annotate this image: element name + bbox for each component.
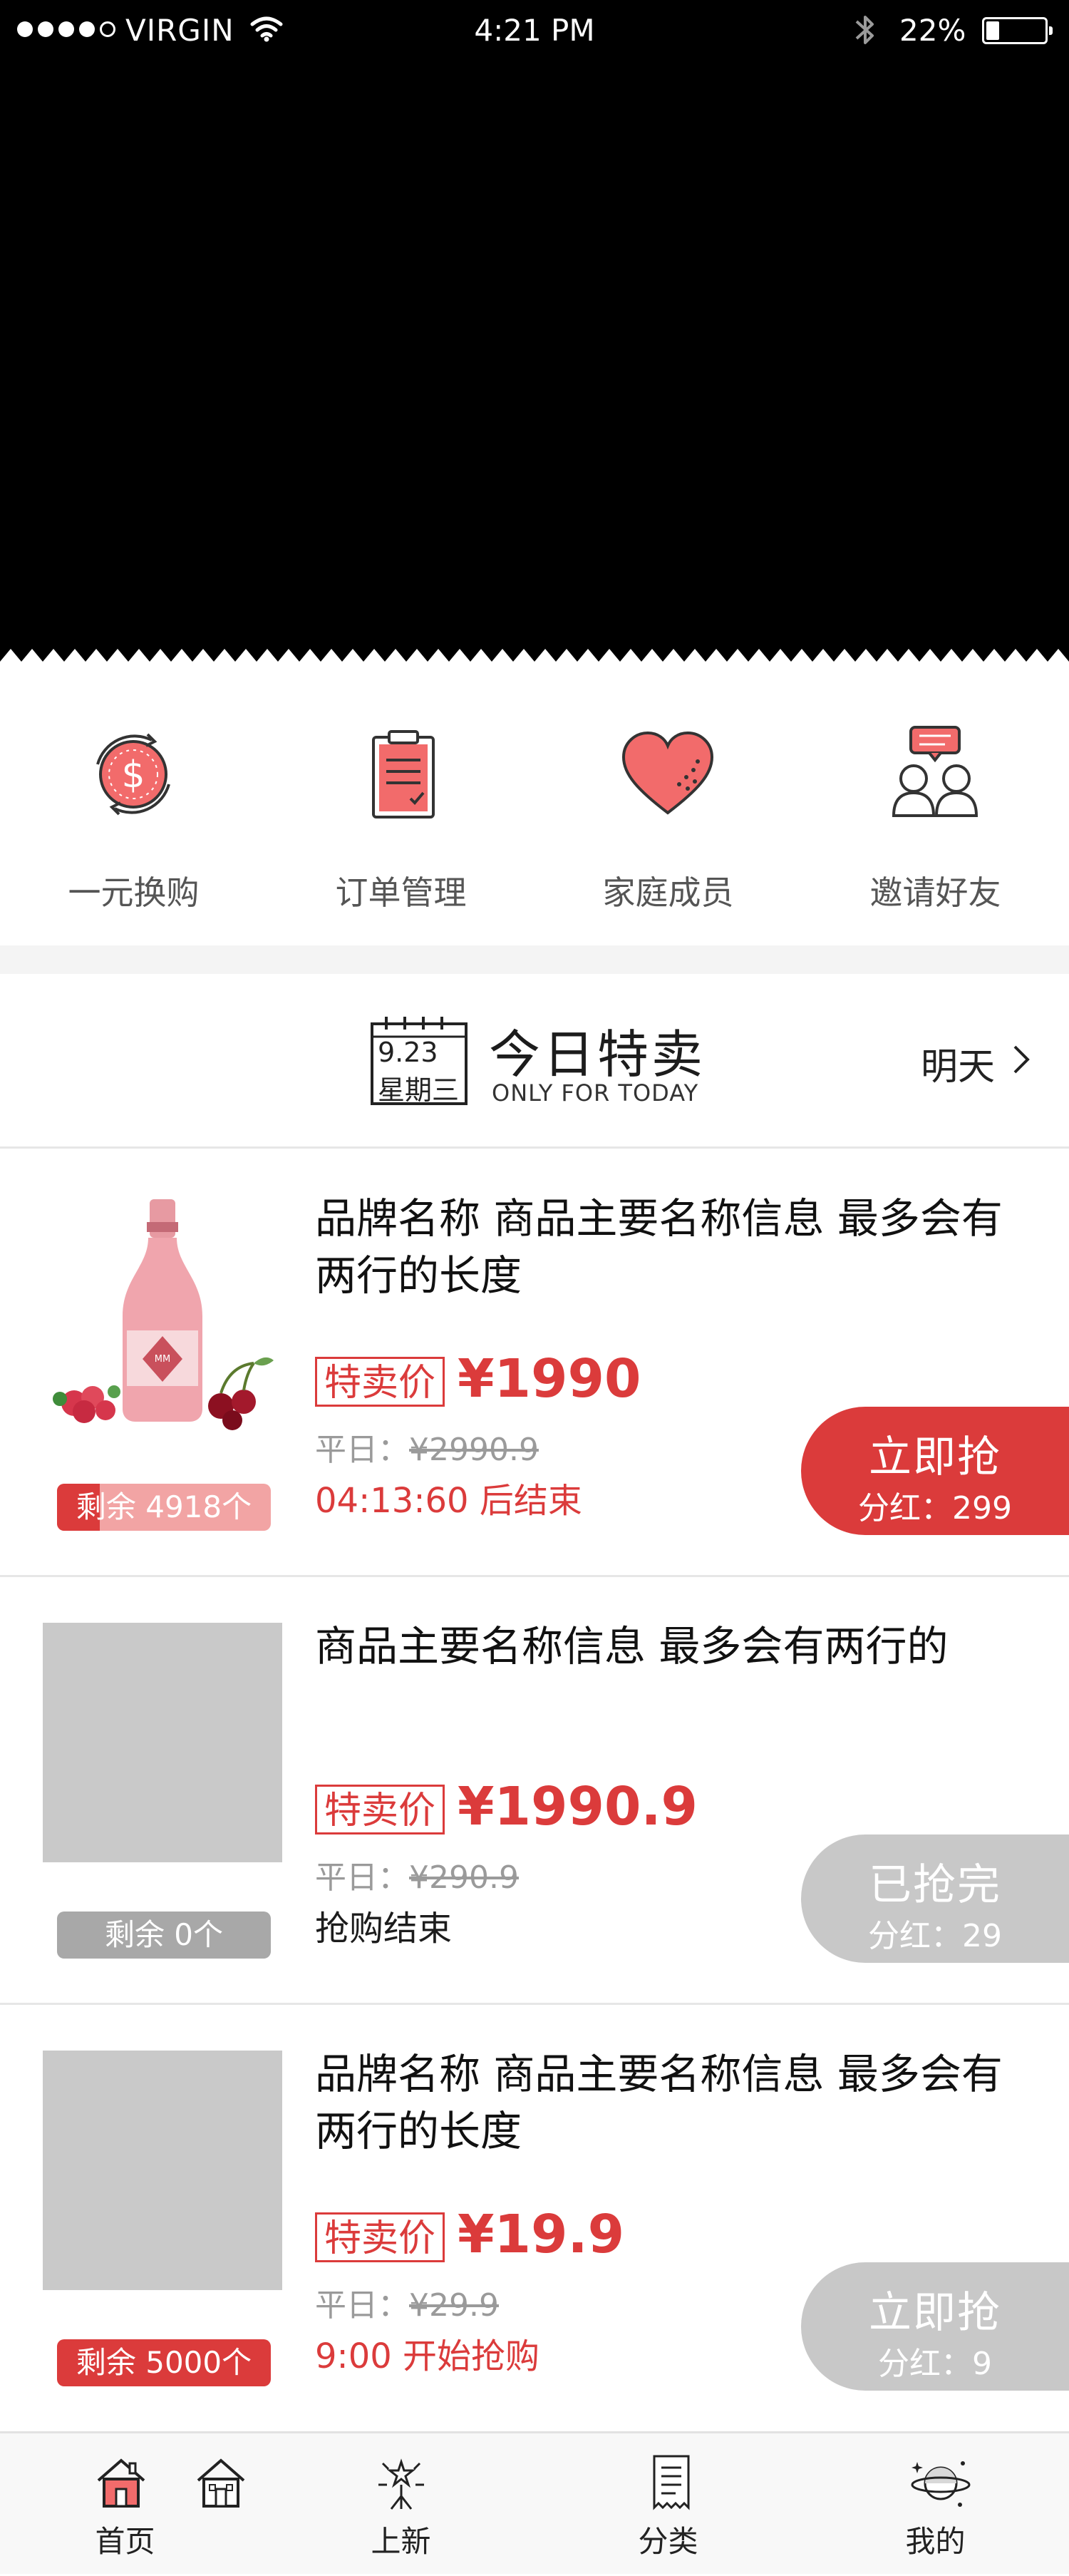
start-time: 9:00 开始抢购 bbox=[315, 2336, 540, 2376]
product-card[interactable]: 剩余 5000个 品牌名称 商品主要名称信息 最多会有两行的长度 特卖价 ¥19… bbox=[0, 2004, 1069, 2432]
tab-bar: 首页 上新 分类 我的 bbox=[0, 2431, 1069, 2574]
battery-icon bbox=[982, 17, 1053, 44]
sale-price-badge: 特卖价 bbox=[315, 1357, 445, 1407]
product-image-placeholder bbox=[43, 1623, 282, 1862]
status-bar: VIRGIN 4:21 PM 22% bbox=[0, 0, 1069, 61]
quick-entry-label: 邀请好友 bbox=[869, 873, 1001, 912]
stock-remaining: 剩余 5000个 bbox=[57, 2339, 271, 2386]
cta-label: 已抢完 bbox=[869, 1860, 1001, 1910]
cta-bonus: 分红：9 bbox=[878, 2346, 992, 2382]
regular-price-label: 平日： bbox=[315, 1859, 409, 1896]
cta-bonus: 分红：299 bbox=[858, 1490, 1012, 1526]
clipboard-icon bbox=[372, 730, 435, 819]
product-name: 品牌名称 商品主要名称信息 最多会有两行的长度 bbox=[315, 2050, 1003, 2155]
today-sale-header: 9.23 星期三 今日特卖 ONLY FOR TODAY 明天 bbox=[0, 974, 1069, 1148]
section-subtitle: ONLY FOR TODAY bbox=[492, 1079, 699, 1107]
product-image: MM bbox=[43, 1195, 282, 1435]
bluetooth-icon bbox=[855, 16, 874, 44]
quick-entry-grid: $ 一元换购 订单管理 家庭成员 邀请好友 bbox=[0, 706, 1069, 920]
stock-remaining: 剩余 0个 bbox=[57, 1912, 271, 1959]
regular-price-value: ¥29.9 bbox=[409, 2287, 499, 2324]
zigzag-edge bbox=[0, 649, 1069, 677]
svg-text:MM: MM bbox=[155, 1354, 170, 1365]
tab-new[interactable]: 上新 bbox=[267, 2433, 534, 2576]
tomorrow-label: 明天 bbox=[921, 1046, 996, 1089]
tomorrow-link[interactable]: 明天 bbox=[921, 1037, 1030, 1090]
tab-label: 上新 bbox=[371, 2524, 431, 2559]
tab-category[interactable]: 分类 bbox=[534, 2433, 802, 2576]
home-outline-icon bbox=[197, 2458, 245, 2508]
quick-entry-label: 订单管理 bbox=[335, 873, 467, 912]
product-name: 商品主要名称信息 最多会有两行的 bbox=[315, 1622, 949, 1671]
regular-price: 平日：¥2990.9 bbox=[315, 1424, 539, 1469]
quick-entry-invite[interactable]: 邀请好友 bbox=[802, 706, 1069, 920]
regular-price: 平日：¥290.9 bbox=[315, 1852, 519, 1897]
sale-price: ¥1990.9 bbox=[458, 1776, 698, 1837]
sale-price-badge: 特卖价 bbox=[315, 1785, 445, 1834]
product-card[interactable]: 剩余 0个 商品主要名称信息 最多会有两行的 特卖价 ¥1990.9 平日：¥2… bbox=[0, 1576, 1069, 2004]
regular-price-value: ¥290.9 bbox=[409, 1859, 519, 1896]
countdown: 04:13:60 后结束 bbox=[315, 1481, 582, 1521]
chevron-right-icon bbox=[1013, 1045, 1030, 1074]
sale-ended-status: 抢购结束 bbox=[315, 1909, 453, 1949]
quick-entry-family[interactable]: 家庭成员 bbox=[534, 706, 802, 920]
quick-entry-orders[interactable]: 订单管理 bbox=[267, 706, 534, 920]
dollar-exchange-icon: $ bbox=[96, 733, 170, 816]
calendar-weekday: 星期三 bbox=[378, 1074, 460, 1106]
tab-label: 我的 bbox=[905, 2524, 966, 2559]
product-name: 品牌名称 商品主要名称信息 最多会有两行的长度 bbox=[315, 1194, 1003, 1300]
invite-friends-icon bbox=[892, 726, 978, 817]
svg-text:$: $ bbox=[121, 754, 145, 796]
regular-price-value: ¥2990.9 bbox=[409, 1432, 539, 1468]
tab-home[interactable]: 首页 bbox=[0, 2433, 267, 2576]
calendar-date: 9.23 bbox=[378, 1037, 438, 1068]
grab-now-button[interactable]: 立即抢 分红：299 bbox=[801, 1407, 1069, 1535]
tab-label: 首页 bbox=[95, 2524, 155, 2559]
battery-percent: 22% bbox=[899, 13, 966, 48]
sale-price-badge: 特卖价 bbox=[315, 2212, 445, 2262]
regular-price-label: 平日： bbox=[315, 1432, 409, 1468]
fireworks-icon bbox=[378, 2458, 424, 2510]
grab-now-button[interactable]: 立即抢 分红：9 bbox=[801, 2262, 1069, 2391]
hero-banner[interactable] bbox=[0, 0, 1069, 677]
product-image-placeholder bbox=[43, 2051, 282, 2290]
sale-price: ¥1990 bbox=[458, 1348, 641, 1410]
section-title: 今日特卖 bbox=[489, 1025, 706, 1084]
tab-mine[interactable]: 我的 bbox=[802, 2433, 1069, 2576]
quick-entry-label: 一元换购 bbox=[68, 873, 200, 912]
cta-label: 立即抢 bbox=[869, 1432, 1001, 1482]
planet-icon bbox=[911, 2461, 971, 2507]
sale-price: ¥19.9 bbox=[458, 2204, 625, 2265]
section-separator bbox=[0, 945, 1069, 974]
regular-price-label: 平日： bbox=[315, 2287, 409, 2324]
tab-label: 分类 bbox=[638, 2524, 698, 2559]
home-icon bbox=[97, 2458, 145, 2508]
stock-remaining: 剩余 4918个 bbox=[57, 1484, 271, 1531]
list-icon bbox=[653, 2455, 690, 2510]
regular-price: 平日：¥29.9 bbox=[315, 2279, 499, 2325]
cta-bonus: 分红：29 bbox=[868, 1918, 1002, 1954]
heart-icon bbox=[621, 731, 714, 815]
quick-entry-label: 家庭成员 bbox=[602, 873, 734, 912]
cta-label: 立即抢 bbox=[869, 2288, 1001, 2338]
sold-out-button[interactable]: 已抢完 分红：29 bbox=[801, 1834, 1069, 1963]
product-card[interactable]: MM 剩余 4918个 品牌名称 商品主要名称信息 最多会有两行的长度 特卖价 … bbox=[0, 1149, 1069, 1576]
quick-entry-exchange[interactable]: $ 一元换购 bbox=[0, 706, 267, 920]
